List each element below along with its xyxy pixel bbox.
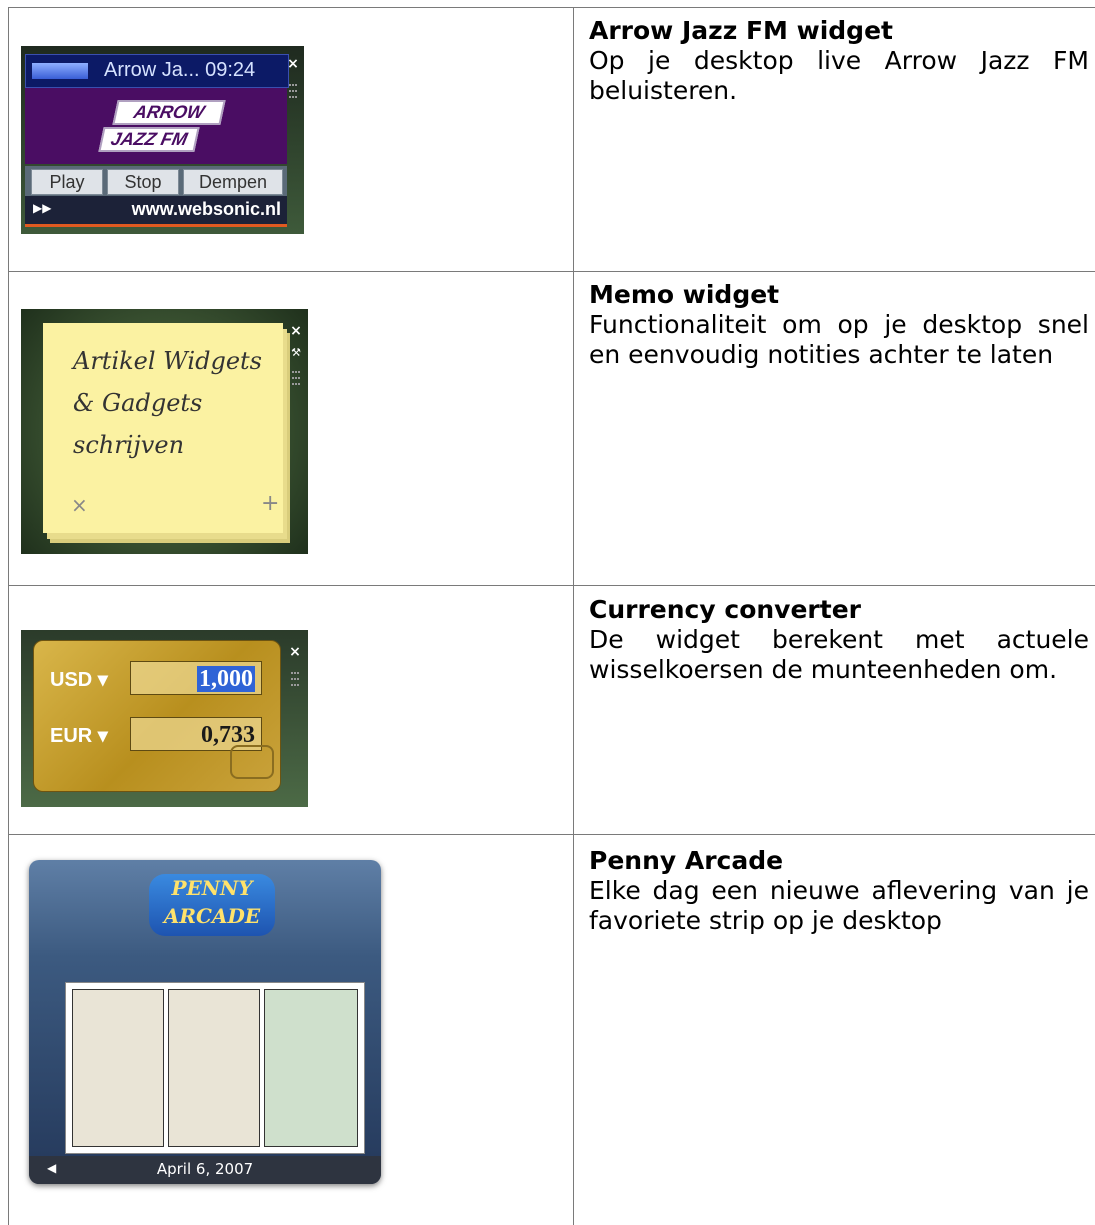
stop-button[interactable]: Stop [107,169,179,195]
row-description: De widget berekent met actuele wisselkoe… [589,625,1089,684]
penny-arcade-widget: PENNY ARCADE ◀ April 6, 2007 [21,846,391,1196]
player-controls: Play Stop Dempen [25,166,287,196]
delete-note-icon[interactable]: × [71,493,88,517]
table-border [8,7,9,1225]
row-text-memo: Memo widget Functionaliteit om op je des… [589,280,1089,370]
wrench-icon[interactable]: ⚒ [290,347,302,359]
row-text-currency: Currency converter De widget berekent me… [589,595,1089,685]
row-divider [8,585,1095,586]
now-playing-display: Arrow Ja... 09:24 [25,54,289,88]
comic-panel [264,989,358,1147]
currency-widget: USD ▾ 1,000 EUR ▾ 0,733 × [21,630,308,807]
close-icon[interactable]: × [287,57,299,71]
row-title: Currency converter [589,595,861,624]
comic-panel [72,989,164,1147]
arrow-jazz-logo: ARROW JAZZ FM [98,100,226,152]
memo-note[interactable]: Artikel Widgets & Gadgets schrijven × + [43,323,283,533]
row-text-penny-arcade: Penny Arcade Elke dag een nieuwe aflever… [589,846,1089,936]
mute-button[interactable]: Dempen [183,169,283,195]
add-note-icon[interactable]: + [261,491,279,516]
comic-strip[interactable] [65,982,365,1154]
memo-line: Artikel Widgets [73,347,262,375]
close-icon[interactable]: × [290,324,302,338]
memo-line: & Gadgets [73,389,203,417]
strip-date: April 6, 2007 [156,1160,254,1178]
memo-widget: Artikel Widgets & Gadgets schrijven × + … [21,309,308,554]
arrow-jazz-widget: Arrow Ja... 09:24 ARROW JAZZ FM Play Sto… [21,46,304,234]
currency-card: USD ▾ 1,000 EUR ▾ 0,733 [33,640,281,792]
row-title: Memo widget [589,280,780,309]
from-currency-select[interactable]: USD ▾ [50,667,108,692]
drag-handle-icon[interactable] [291,670,299,690]
penny-arcade-logo: PENNY ARCADE [149,874,275,936]
station-logo-area: ARROW JAZZ FM [25,88,287,164]
player-footer: ▶▶ www.websonic.nl [25,196,287,227]
row-text-arrow-jazz: Arrow Jazz FM widget Op je desktop live … [589,16,1089,106]
to-currency-select[interactable]: EUR ▾ [50,723,108,748]
memo-line: schrijven [73,431,185,459]
row-description: Elke dag een nieuwe aflevering van je fa… [589,876,1089,935]
date-bar: ◀ April 6, 2007 [29,1156,381,1184]
station-time-label: Arrow Ja... 09:24 [104,59,256,81]
from-amount-input[interactable]: 1,000 [130,661,262,695]
row-divider [8,271,1095,272]
row-title: Arrow Jazz FM widget [589,16,893,45]
drag-handle-icon[interactable] [289,82,297,102]
fast-forward-icon[interactable]: ▶▶ [33,201,51,215]
row-description: Functionaliteit om op je desktop snel en… [589,310,1089,369]
drag-handle-icon[interactable] [292,369,300,389]
row-description: Op je desktop live Arrow Jazz FM beluist… [589,46,1089,105]
row-title: Penny Arcade [589,846,784,875]
close-icon[interactable]: × [289,645,301,659]
play-button[interactable]: Play [31,169,103,195]
penny-arcade-frame: PENNY ARCADE ◀ April 6, 2007 [29,860,381,1184]
table-border [8,7,1095,8]
column-divider [573,7,574,1225]
websonic-link[interactable]: www.websonic.nl [132,199,281,220]
comic-panel [168,989,260,1147]
row-divider [8,834,1095,835]
volume-bars-icon [32,63,88,79]
card-chip-icon [230,745,274,779]
